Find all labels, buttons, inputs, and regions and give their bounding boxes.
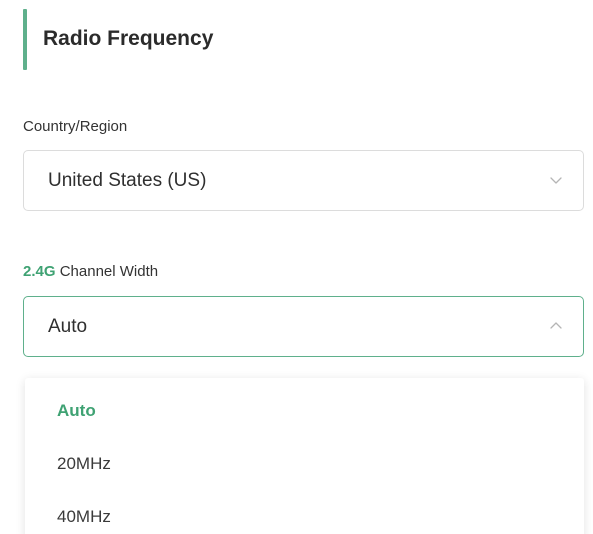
country-region-label: Country/Region bbox=[23, 118, 128, 135]
radio-frequency-panel: Radio Frequency Country/Region United St… bbox=[0, 0, 593, 534]
option-label: 40MHz bbox=[57, 507, 111, 526]
channel-width-value: Auto bbox=[48, 316, 88, 337]
option-20mhz[interactable]: 20MHz bbox=[25, 440, 584, 490]
option-label: Auto bbox=[57, 401, 96, 420]
section-accent-bar bbox=[23, 9, 27, 70]
option-label: 20MHz bbox=[57, 454, 111, 473]
channel-width-select[interactable]: Auto bbox=[23, 296, 584, 357]
section-title: Radio Frequency bbox=[43, 27, 214, 50]
channel-width-label: 2.4G Channel Width bbox=[23, 263, 158, 280]
chevron-up-icon bbox=[550, 322, 562, 329]
option-auto[interactable]: Auto bbox=[25, 387, 584, 437]
country-region-select[interactable]: United States (US) bbox=[23, 150, 584, 211]
chevron-down-icon bbox=[550, 177, 562, 184]
country-region-value: United States (US) bbox=[48, 170, 207, 191]
section-header: Radio Frequency bbox=[23, 9, 423, 70]
band-label: 2.4G bbox=[23, 263, 56, 280]
channel-width-dropdown: Auto 20MHz 40MHz bbox=[25, 378, 584, 534]
channel-width-label-text: Channel Width bbox=[59, 263, 159, 280]
option-40mhz[interactable]: 40MHz bbox=[25, 493, 584, 534]
